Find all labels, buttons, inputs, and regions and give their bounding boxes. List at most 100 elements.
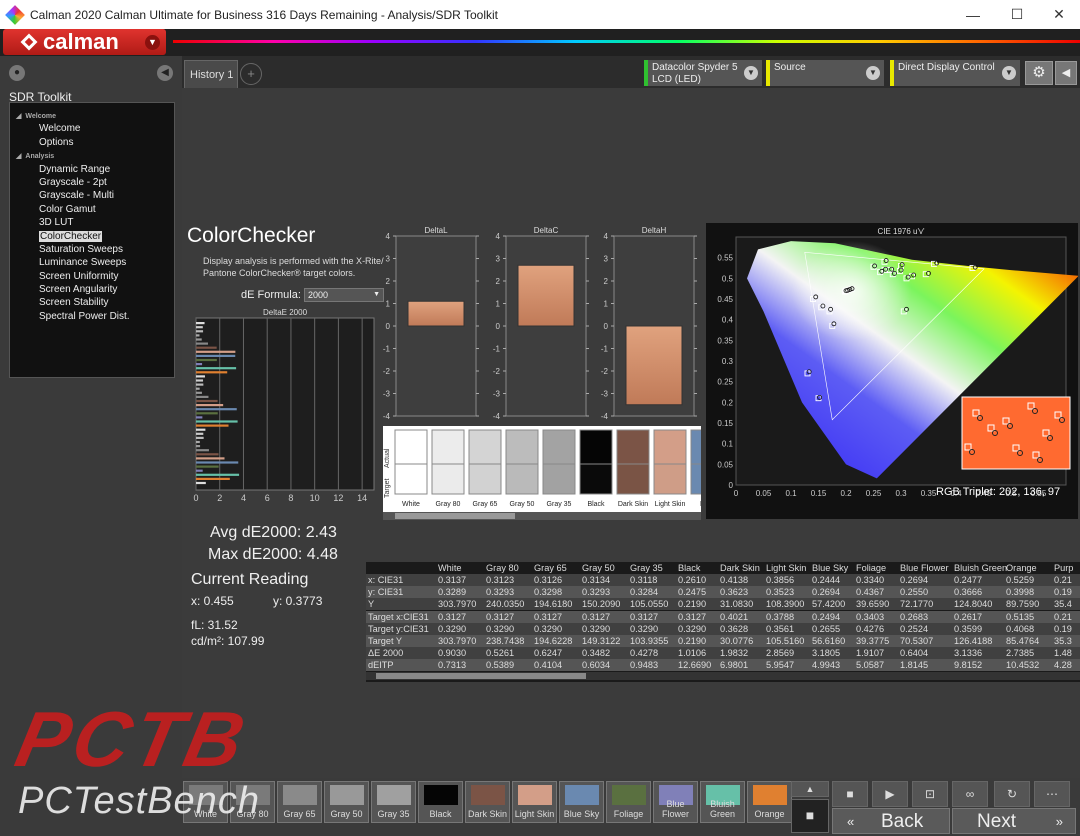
tick-label: -1 <box>383 345 391 354</box>
collapse-right-icon[interactable]: ◀ <box>1055 61 1077 85</box>
patch-button[interactable]: Foliage <box>606 781 651 823</box>
chevron-down-icon[interactable]: ▼ <box>145 35 160 50</box>
scrollbar-thumb <box>395 513 515 519</box>
display-selector[interactable]: Direct Display Control ▼ <box>890 60 1020 86</box>
tree-item[interactable]: Grayscale - Multi <box>10 189 174 202</box>
chevron-down-icon[interactable]: ▼ <box>1002 66 1016 80</box>
app-header: calman ▼ <box>0 29 1080 56</box>
x-tick-label: 0.3 <box>895 489 907 498</box>
tree-item[interactable]: Dynamic Range <box>10 163 174 176</box>
chevron-down-icon[interactable]: ▼ <box>744 66 758 80</box>
tree-item[interactable]: Luminance Sweeps <box>10 256 174 269</box>
record-icon[interactable]: ⊡ <box>912 781 948 807</box>
tree-item[interactable]: Screen Angularity <box>10 283 174 296</box>
tab-row: History 1 + Datacolor Spyder 5 LCD (LED)… <box>182 56 1080 88</box>
actual-swatch <box>579 429 613 465</box>
close-button[interactable]: ✕ <box>1036 0 1080 29</box>
actual-swatch <box>431 429 465 465</box>
patch-button[interactable]: Light Skin <box>512 781 557 823</box>
meter-selector[interactable]: Datacolor Spyder 5 LCD (LED) ▼ <box>644 60 762 86</box>
table-cell: 0.3290 <box>678 623 707 634</box>
tree-item[interactable]: ColorChecker <box>10 230 174 243</box>
tree-item[interactable]: Spectral Power Dist. <box>10 310 174 323</box>
tree-item[interactable]: Welcome <box>10 122 174 135</box>
patch-button[interactable]: Gray 65 <box>277 781 322 823</box>
tab-history-1[interactable]: History 1 <box>184 60 238 88</box>
de-bar <box>196 420 238 423</box>
back-button[interactable]: « Back <box>832 808 950 834</box>
target-swatch <box>431 463 465 495</box>
tick-label: 1 <box>604 300 609 309</box>
gear-icon[interactable]: ⚙ <box>1025 61 1053 85</box>
swatch-label: Gray 65 <box>473 501 498 508</box>
tree-item[interactable]: Screen Uniformity <box>10 270 174 283</box>
tree-item[interactable]: Saturation Sweeps <box>10 243 174 256</box>
table-cell: 0.3290 <box>582 623 611 634</box>
table-cell: 0.3127 <box>678 611 707 622</box>
table-cell: y: CIE31 <box>368 587 404 598</box>
page-title: ColorChecker <box>187 224 316 247</box>
x-tick-label: 0.1 <box>785 489 797 498</box>
calman-logo[interactable]: calman ▼ <box>3 29 166 55</box>
refresh-icon[interactable]: ↻ <box>994 781 1030 807</box>
tick-label: -4 <box>493 412 501 421</box>
table-cell: 0.3118 <box>630 575 658 585</box>
target-swatch <box>468 463 502 495</box>
table-cell: 12.6690 <box>678 660 712 671</box>
minimize-button[interactable]: — <box>950 0 996 29</box>
y-tick-label: 0.5 <box>722 274 734 283</box>
tree-item[interactable]: Screen Stability <box>10 296 174 309</box>
de-bar <box>196 346 217 349</box>
pin-icon[interactable]: ● <box>9 65 25 81</box>
add-tab-button[interactable]: + <box>240 63 262 85</box>
chevron-down-icon[interactable]: ▼ <box>866 66 880 80</box>
patch-button[interactable]: Blue Sky <box>559 781 604 823</box>
table-scrollbar[interactable] <box>366 672 1080 680</box>
table-cell: 0.3998 <box>1006 587 1035 598</box>
table-cell: 0.2524 <box>900 623 929 634</box>
de-bar <box>196 326 203 329</box>
tree-item[interactable]: ◢ Welcome <box>10 109 174 122</box>
table-cell: 1.0106 <box>678 648 707 659</box>
patch-button[interactable]: Orange <box>747 781 792 823</box>
table-cell: 194.6228 <box>534 636 573 646</box>
table-cell: 1.8145 <box>900 660 929 671</box>
maximize-button[interactable]: ☐ <box>994 0 1040 29</box>
current-reading-label: Current Reading <box>191 571 309 588</box>
next-button[interactable]: Next » <box>952 808 1076 834</box>
de-formula-select[interactable]: ▼ 2000 <box>304 288 384 302</box>
tree-item[interactable]: 3D LUT <box>10 216 174 229</box>
play-icon[interactable]: ▶ <box>872 781 908 807</box>
patch-label: Dark Skin <box>467 809 507 819</box>
source-selector[interactable]: Source ▼ <box>766 60 884 86</box>
patch-button[interactable]: Blue Flower <box>653 781 698 823</box>
patch-color <box>377 785 411 805</box>
more-icon[interactable]: ⋯ <box>1034 781 1070 807</box>
patch-button[interactable]: Gray 35 <box>371 781 416 823</box>
tick-label: 3 <box>386 255 391 264</box>
tick-label: -4 <box>383 412 391 421</box>
tree-item[interactable]: Options <box>10 136 174 149</box>
loop-icon[interactable]: ∞ <box>952 781 988 807</box>
tick-label: 4 <box>241 493 246 503</box>
tree-item[interactable]: Color Gamut <box>10 203 174 216</box>
patch-button[interactable]: Dark Skin <box>465 781 510 823</box>
tree-item[interactable]: ◢ Analysis <box>10 149 174 162</box>
patch-button[interactable]: Gray 50 <box>324 781 369 823</box>
patch-button[interactable]: Black <box>418 781 463 823</box>
patch-button[interactable]: Bluish Green <box>700 781 745 823</box>
tree-item-label: Luminance Sweeps <box>39 257 127 269</box>
source-label: Source <box>774 62 806 73</box>
scrollbar-thumb[interactable] <box>376 673 586 679</box>
tree-item[interactable]: Grayscale - 2pt <box>10 176 174 189</box>
stop-button[interactable]: ■ <box>832 781 868 807</box>
tick-label: 10 <box>310 493 320 503</box>
collapse-left-icon[interactable]: ◀ <box>157 65 173 81</box>
stop-icon[interactable]: ■ <box>791 799 829 833</box>
table-cell: 10.4532 <box>1006 660 1040 671</box>
de-bar <box>196 367 237 370</box>
table-cell: 9.8152 <box>954 660 983 671</box>
column-header: Orange <box>1006 563 1037 573</box>
y-tick-label: 0.1 <box>722 440 734 449</box>
up-arrow-icon[interactable]: ▲ <box>791 781 829 797</box>
